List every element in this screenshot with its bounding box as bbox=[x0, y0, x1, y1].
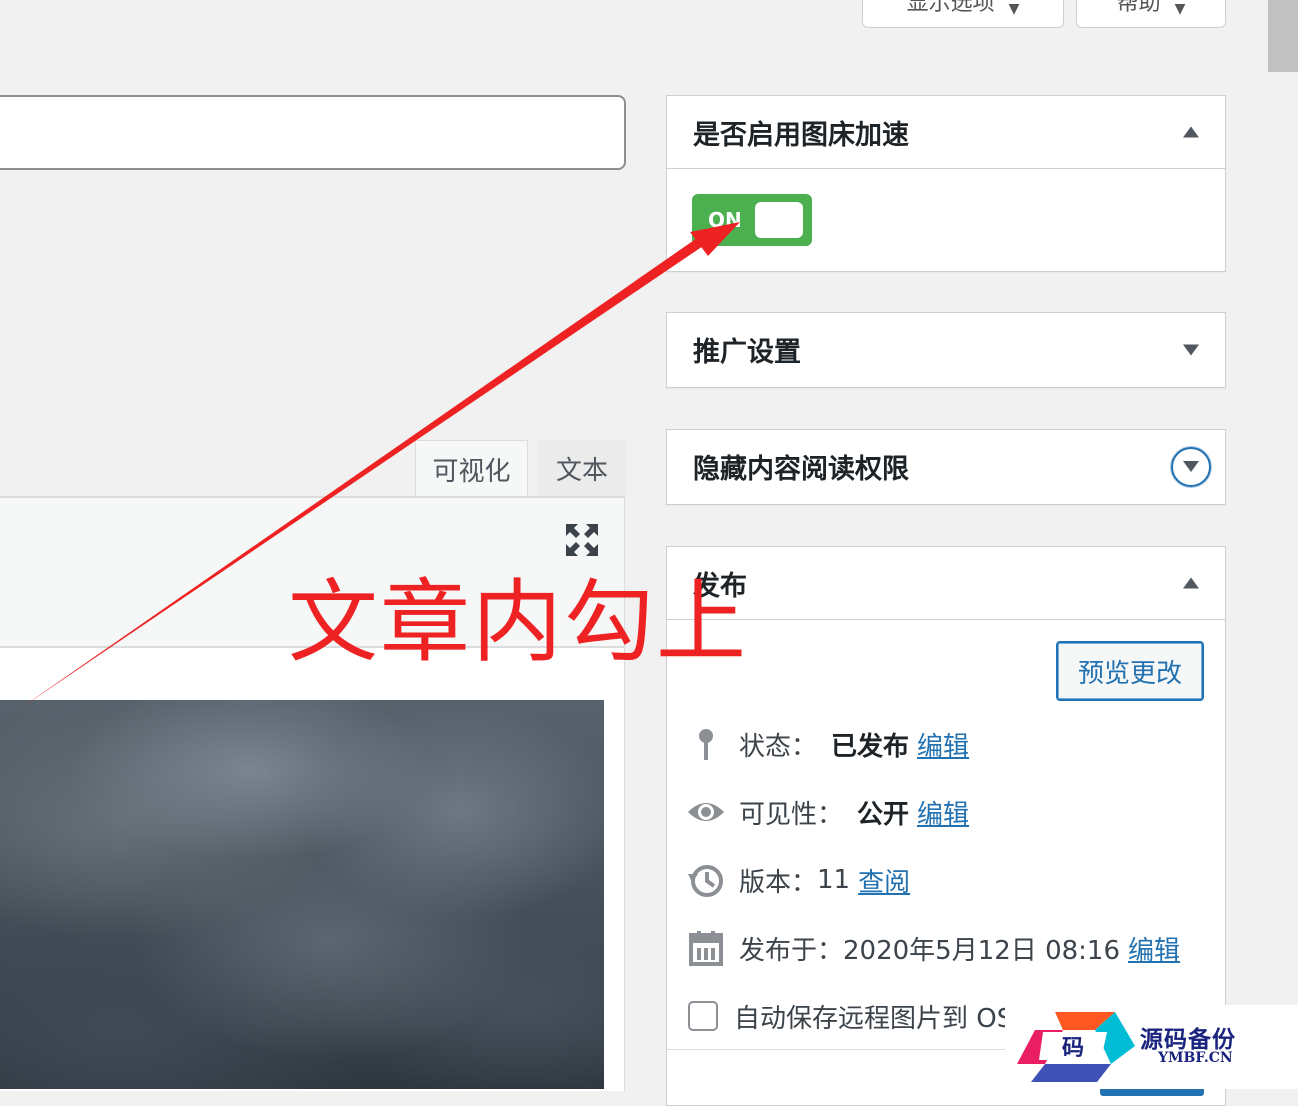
post-image[interactable] bbox=[0, 700, 604, 1089]
image-accel-box-header[interactable]: 是否启用图床加速 bbox=[667, 96, 1225, 169]
switch-knob bbox=[755, 202, 803, 238]
fullscreen-icon[interactable] bbox=[562, 520, 602, 560]
status-label: 状态： bbox=[739, 731, 818, 762]
collapse-up-icon[interactable] bbox=[1183, 577, 1199, 589]
image-accel-switch[interactable]: ON bbox=[692, 194, 812, 246]
hidden-content-box: 隐藏内容阅读权限 bbox=[666, 429, 1226, 505]
expand-toggle-button[interactable] bbox=[1171, 446, 1211, 487]
history-icon bbox=[686, 860, 726, 900]
publish-box-header[interactable]: 发布 bbox=[667, 547, 1225, 620]
preview-changes-button[interactable]: 预览更改 bbox=[1056, 641, 1204, 701]
expand-down-icon[interactable] bbox=[1183, 344, 1199, 355]
hidden-content-box-header[interactable]: 隐藏内容阅读权限 bbox=[667, 430, 1225, 503]
caret-down-icon: ▼ bbox=[1174, 1, 1186, 17]
annotation-text: 文章内勾上 bbox=[288, 570, 748, 675]
calendar-icon bbox=[686, 928, 726, 968]
caret-down-icon: ▼ bbox=[1008, 1, 1020, 17]
visibility-edit-link[interactable]: 编辑 bbox=[917, 794, 969, 831]
visibility-value: 公开 bbox=[857, 799, 910, 830]
autosave-checkbox[interactable] bbox=[688, 1001, 718, 1031]
collapse-up-icon[interactable] bbox=[1183, 126, 1199, 138]
status-value: 已发布 bbox=[831, 731, 910, 762]
switch-on-label: ON bbox=[708, 208, 742, 232]
published-label: 发布于： bbox=[739, 935, 844, 966]
autosave-label: 自动保存远程图片到 OSS bbox=[734, 1003, 1030, 1034]
watermark-logo-char: 码 bbox=[1062, 1035, 1085, 1061]
expand-down-icon bbox=[1183, 461, 1199, 472]
visibility-label: 可见性： bbox=[739, 799, 844, 830]
promo-box-header[interactable]: 推广设置 bbox=[667, 313, 1225, 386]
revisions-row: 版本： 11 查阅 bbox=[686, 857, 910, 903]
help-button[interactable]: 帮助 ▼ bbox=[1076, 0, 1226, 28]
pin-icon bbox=[686, 724, 726, 764]
published-row: 发布于： 2020年5月12日 08:16 编辑 bbox=[686, 925, 1180, 971]
watermark-domain: YMBF.CN bbox=[1158, 1050, 1233, 1066]
scrollbar-thumb[interactable] bbox=[1268, 0, 1298, 72]
status-row: 状态： 已发布 编辑 bbox=[686, 721, 969, 767]
visibility-row: 可见性： 公开 编辑 bbox=[686, 789, 969, 835]
promo-box: 推广设置 bbox=[666, 312, 1226, 388]
screen-options-button[interactable]: 显示选项 ▼ bbox=[862, 0, 1064, 28]
watermark-name: 源码备份 bbox=[1140, 1026, 1236, 1053]
promo-title: 推广设置 bbox=[693, 337, 801, 368]
revisions-value: 11 bbox=[817, 865, 851, 895]
eye-icon bbox=[686, 792, 726, 832]
status-edit-link[interactable]: 编辑 bbox=[917, 726, 969, 763]
tab-visual[interactable]: 可视化 bbox=[415, 440, 528, 497]
scrollbar-track[interactable] bbox=[1268, 0, 1298, 1089]
published-edit-link[interactable]: 编辑 bbox=[1128, 930, 1180, 967]
hidden-content-title: 隐藏内容阅读权限 bbox=[693, 454, 909, 485]
image-accel-title: 是否启用图床加速 bbox=[693, 119, 909, 151]
published-value: 2020年5月12日 08:16 bbox=[843, 935, 1121, 966]
tab-text[interactable]: 文本 bbox=[538, 440, 626, 497]
screen-options-label: 显示选项 bbox=[906, 0, 995, 16]
help-label: 帮助 bbox=[1116, 0, 1161, 16]
revisions-link[interactable]: 查阅 bbox=[858, 862, 910, 899]
post-title-input[interactable] bbox=[0, 95, 626, 170]
autosave-row: 自动保存远程图片到 OSS bbox=[686, 993, 1030, 1039]
revisions-label: 版本： bbox=[739, 867, 818, 898]
